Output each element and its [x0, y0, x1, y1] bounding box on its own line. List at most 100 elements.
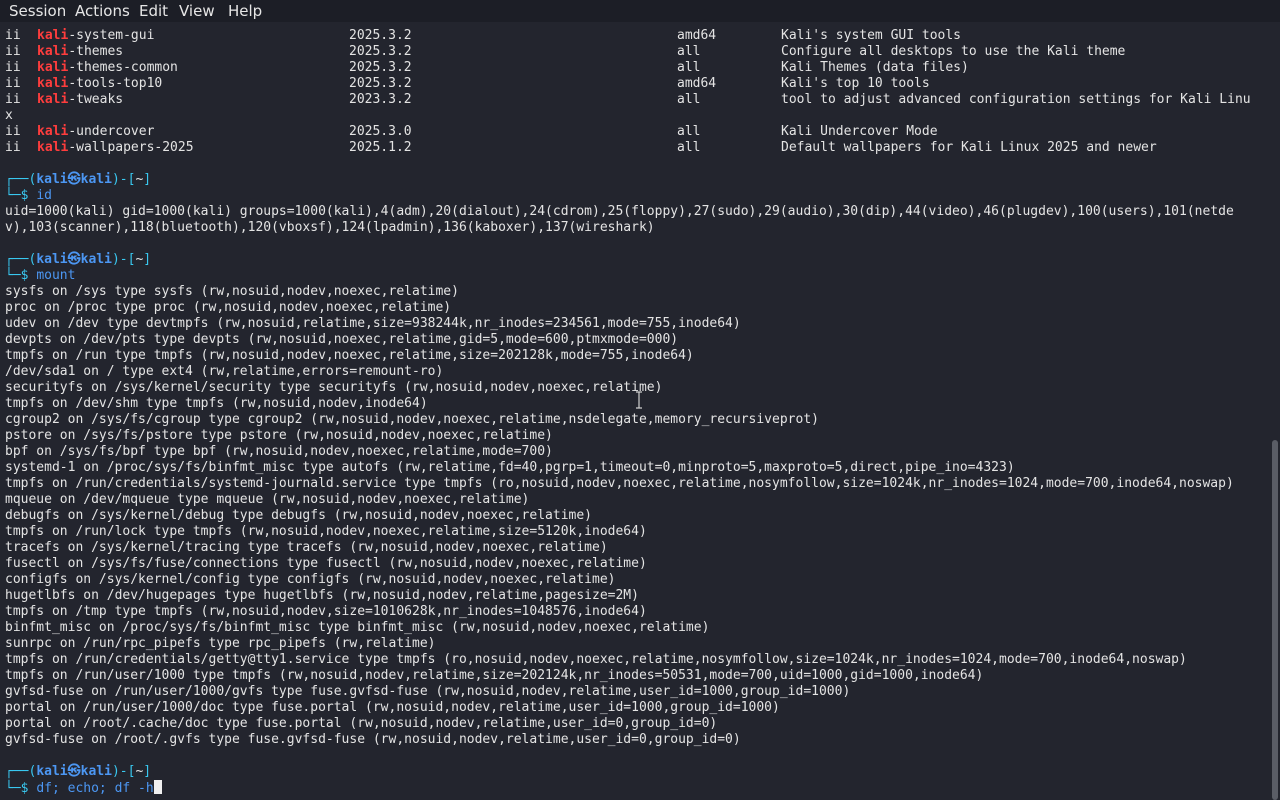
output-text: tmpfs on /run/lock type tmpfs (rw,nosuid…	[5, 524, 647, 539]
command-input[interactable]: df; echo; df -h	[36, 781, 153, 796]
prompt-user: kali	[36, 172, 68, 187]
package-name-prefix: kali	[37, 124, 69, 139]
package-name-prefix: kali	[37, 60, 69, 75]
package-version: 2025.3.2	[349, 28, 412, 43]
output-text: debugfs on /sys/kernel/debug type debugf…	[5, 508, 592, 523]
prompt-host: kali	[80, 764, 112, 779]
package-arch: all	[677, 92, 701, 107]
output-text: tmpfs on /run/user/1000 type tmpfs (rw,n…	[5, 668, 984, 683]
prompt-user: kali	[36, 252, 68, 267]
package-arch: all	[677, 60, 701, 75]
menu-actions[interactable]: Actions	[75, 2, 130, 20]
menu-edit[interactable]: Edit	[139, 2, 168, 20]
package-name: kali-wallpapers-2025	[37, 140, 194, 156]
package-row: ii kali-undercover 2025.3.0 all Kali Underco…	[5, 124, 1263, 140]
package-description: tool to adjust advanced configuration se…	[781, 92, 1251, 107]
output-text: devpts on /dev/pts type devpts (rw,nosui…	[5, 332, 679, 347]
package-status: ii	[5, 44, 21, 59]
output-line: uid=1000(kali) gid=1000(kali) groups=100…	[5, 204, 1263, 220]
package-status: ii	[5, 140, 21, 155]
prompt-frame: ┌──(	[5, 252, 37, 267]
prompt-frame: )-[	[111, 764, 136, 779]
output-text: mqueue on /dev/mqueue type mqueue (rw,no…	[5, 492, 530, 507]
prompt-frame: ┌──(	[5, 764, 37, 779]
output-line: devpts on /dev/pts type devpts (rw,nosui…	[5, 332, 1263, 348]
output-text: cgroup2 on /sys/fs/cgroup type cgroup2 (…	[5, 412, 819, 427]
output-line: portal on /run/user/1000/doc type fuse.p…	[5, 700, 1263, 716]
output-line: sunrpc on /run/rpc_pipefs type rpc_pipef…	[5, 636, 1263, 652]
output-line: debugfs on /sys/kernel/debug type debugf…	[5, 508, 1263, 524]
output-line: bpf on /sys/fs/bpf type bpf (rw,nosuid,n…	[5, 444, 1263, 460]
prompt-header: ┌──(kali㉿kali)-[~]	[5, 172, 1263, 188]
package-arch: all	[677, 124, 701, 139]
package-status: ii	[5, 124, 21, 139]
output-text: tmpfs on /tmp type tmpfs (rw,nosuid,node…	[5, 604, 647, 619]
package-description: Kali's system GUI tools	[781, 28, 962, 43]
output-line: tmpfs on /tmp type tmpfs (rw,nosuid,node…	[5, 604, 1263, 620]
output-line: tmpfs on /run type tmpfs (rw,nosuid,node…	[5, 348, 1263, 364]
terminal-scrollbar[interactable]	[1272, 440, 1278, 800]
package-name-suffix: -system-gui	[68, 28, 155, 43]
prompt-command-line: └─$ mount	[5, 268, 1263, 284]
package-name-prefix: kali	[37, 92, 69, 107]
menu-help[interactable]: Help	[228, 2, 262, 20]
prompt-frame: ]	[143, 172, 152, 187]
prompt-header: ┌──(kali㉿kali)-[~]	[5, 764, 1263, 780]
output-text: hugetlbfs on /dev/hugepages type hugetlb…	[5, 588, 639, 603]
output-line: gvfsd-fuse on /root/.gvfs type fuse.gvfs…	[5, 732, 1263, 748]
output-line: portal on /root/.cache/doc type fuse.por…	[5, 716, 1263, 732]
output-text: sunrpc on /run/rpc_pipefs type rpc_pipef…	[5, 636, 436, 651]
output-line: proc on /proc type proc (rw,nosuid,nodev…	[5, 300, 1263, 316]
output-line: tmpfs on /run/credentials/systemd-journa…	[5, 476, 1263, 492]
package-version: 2025.3.2	[349, 76, 412, 91]
menu-view[interactable]: View	[179, 2, 215, 20]
output-line: configfs on /sys/kernel/config type conf…	[5, 572, 1263, 588]
output-text: sysfs on /sys type sysfs (rw,nosuid,node…	[5, 284, 459, 299]
package-description: Kali's top 10 tools	[781, 76, 930, 91]
package-row: ii kali-wallpapers-2025 2025.1.2 all Default…	[5, 140, 1263, 156]
prompt-command-line: └─$ id	[5, 188, 1263, 204]
output-text: configfs on /sys/kernel/config type conf…	[5, 572, 616, 587]
output-line: pstore on /sys/fs/pstore type pstore (rw…	[5, 428, 1263, 444]
output-line: tmpfs on /run/credentials/getty@tty1.ser…	[5, 652, 1263, 668]
prompt-header: ┌──(kali㉿kali)-[~]	[5, 252, 1263, 268]
package-name-prefix: kali	[37, 140, 69, 155]
menu-bar: Session Actions Edit View Help	[0, 0, 1280, 22]
package-name-suffix: -themes	[68, 44, 124, 59]
output-text: tmpfs on /run/credentials/systemd-journa…	[5, 476, 1234, 491]
package-name: kali-undercover	[37, 124, 154, 140]
package-row: ii kali-tweaks 2023.3.2 all tool to adjust a…	[5, 92, 1263, 108]
output-line: binfmt_misc on /proc/sys/fs/binfmt_misc …	[5, 620, 1263, 636]
prompt-at-symbol: ㉿	[67, 764, 81, 779]
package-name: kali-tools-top10	[37, 76, 162, 92]
output-line: tmpfs on /run/lock type tmpfs (rw,nosuid…	[5, 524, 1263, 540]
command-text: mount	[36, 268, 76, 283]
prompt-at-symbol: ㉿	[67, 252, 81, 267]
output-text: v),103(scanner),118(bluetooth),120(vboxs…	[5, 220, 655, 235]
prompt-frame: ]	[143, 252, 152, 267]
terminal-output[interactable]: ii kali-system-gui 2025.3.2 amd64 Kali's sys…	[5, 28, 1263, 800]
package-arch: amd64	[677, 76, 717, 91]
output-line: v),103(scanner),118(bluetooth),120(vboxs…	[5, 220, 1263, 236]
package-version: 2025.3.2	[349, 44, 412, 59]
output-text: bpf on /sys/fs/bpf type bpf (rw,nosuid,n…	[5, 444, 553, 459]
package-name: kali-themes	[37, 44, 123, 60]
package-name-prefix: kali	[37, 28, 69, 43]
output-text: proc on /proc type proc (rw,nosuid,nodev…	[5, 300, 452, 315]
output-line: gvfsd-fuse on /run/user/1000/gvfs type f…	[5, 684, 1263, 700]
output-line: mqueue on /dev/mqueue type mqueue (rw,no…	[5, 492, 1263, 508]
package-description: Kali Undercover Mode	[781, 124, 938, 139]
output-line: sysfs on /sys type sysfs (rw,nosuid,node…	[5, 284, 1263, 300]
output-text: portal on /root/.cache/doc type fuse.por…	[5, 716, 718, 731]
output-text: portal on /run/user/1000/doc type fuse.p…	[5, 700, 780, 715]
package-version: 2025.1.2	[349, 140, 412, 155]
prompt-dollar: └─$	[5, 781, 29, 796]
output-line: systemd-1 on /proc/sys/fs/binfmt_misc ty…	[5, 460, 1263, 476]
package-status: ii	[5, 60, 21, 75]
package-status: ii	[5, 92, 21, 107]
output-text: pstore on /sys/fs/pstore type pstore (rw…	[5, 428, 553, 443]
menu-session[interactable]: Session	[9, 2, 66, 20]
